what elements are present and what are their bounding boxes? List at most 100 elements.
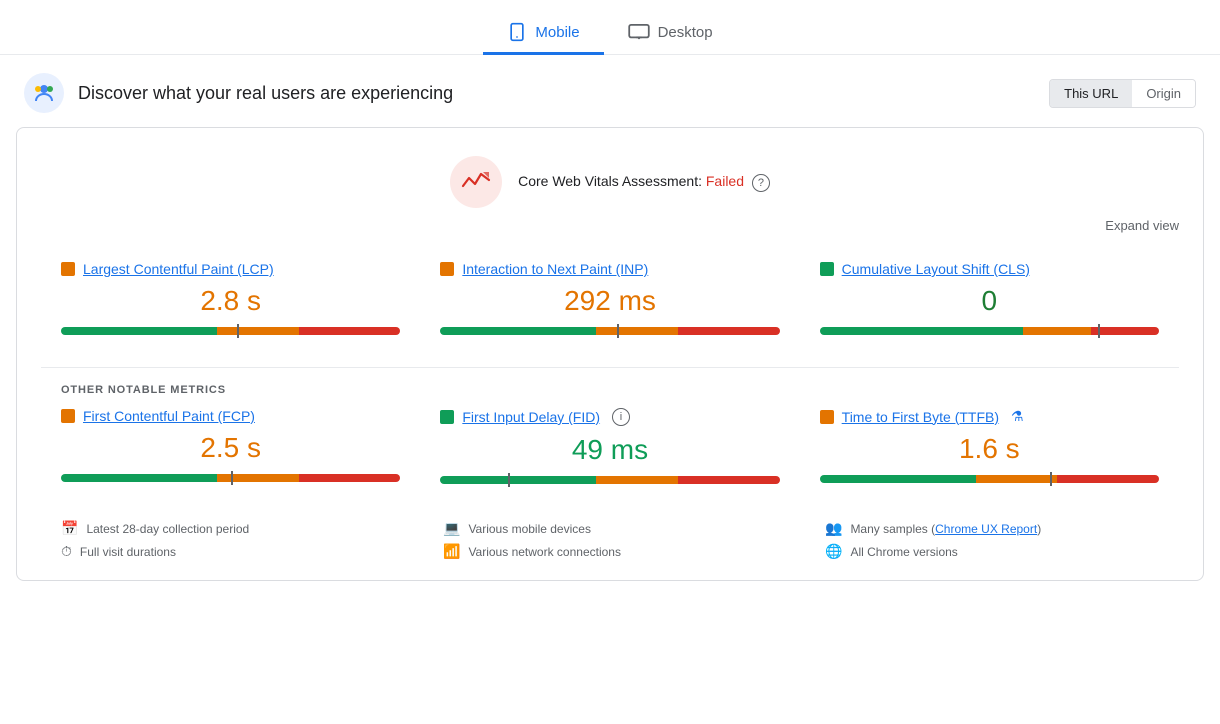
metric-info-icon[interactable]: i [612, 408, 630, 426]
bar-indicator-line [1050, 472, 1052, 486]
assessment-icon [450, 156, 502, 208]
footer-item-icon: 👥 [825, 520, 842, 537]
footer-item-icon: 📶 [443, 543, 460, 560]
bar-indicator [508, 473, 510, 487]
bar-segment [678, 476, 780, 484]
footer-item-text: All Chrome versions [850, 545, 957, 559]
origin-button[interactable]: Origin [1132, 80, 1195, 107]
metric-value: 2.5 s [61, 432, 400, 464]
tab-mobile[interactable]: Mobile [483, 12, 603, 55]
other-metrics-grid: First Contentful Paint (FCP) 2.5 s First I… [17, 396, 1203, 500]
metric-link[interactable]: First Contentful Paint (FCP) [83, 408, 255, 424]
metric-label-row: Cumulative Layout Shift (CLS) [820, 261, 1159, 277]
metric-link[interactable]: First Input Delay (FID) [462, 409, 600, 425]
bar-indicator-line [508, 473, 510, 487]
metric-label-row: Time to First Byte (TTFB) ⚗ [820, 408, 1159, 425]
footer-item: 💻Various mobile devices [443, 520, 777, 537]
bar-indicator [237, 324, 239, 338]
bar-segment [596, 327, 677, 335]
bar-segment [61, 327, 217, 335]
metric-link[interactable]: Interaction to Next Paint (INP) [462, 261, 648, 277]
tab-desktop-label: Desktop [658, 24, 713, 41]
tab-bar: Mobile Desktop [0, 0, 1220, 55]
footer-item-text: Many samples (Chrome UX Report) [850, 522, 1041, 536]
bar-segment [299, 327, 401, 335]
metric-link[interactable]: Largest Contentful Paint (LCP) [83, 261, 274, 277]
bar-indicator [617, 324, 619, 338]
header-section: Discover what your real users are experi… [0, 55, 1220, 127]
bar-segment [61, 474, 217, 482]
metric-label-row: Largest Contentful Paint (LCP) [61, 261, 400, 277]
metric-dot [440, 410, 454, 424]
metric-dot [820, 262, 834, 276]
footer-item-text: Various network connections [468, 545, 621, 559]
url-toggle: This URL Origin [1049, 79, 1196, 108]
metric-dot [820, 410, 834, 424]
mobile-icon [507, 22, 527, 42]
footer-item: 📶 Various network connections [443, 543, 777, 560]
bar-segment [976, 475, 1057, 483]
footer-item-link[interactable]: Chrome UX Report [935, 522, 1037, 536]
metric-column: First Contentful Paint (FCP) 2.5 s [41, 396, 420, 500]
metric-beaker-icon: ⚗ [1011, 408, 1024, 425]
metric-dot [61, 409, 75, 423]
metric-column: Cumulative Layout Shift (CLS) 0 [800, 249, 1179, 351]
footer-col: 💻Various mobile devices 📶 Various network … [423, 520, 797, 560]
metric-bar [61, 474, 400, 482]
bar-indicator [1050, 472, 1052, 486]
crux-avatar [24, 73, 64, 113]
bar-indicator-line [617, 324, 619, 338]
metric-column: First Input Delay (FID) i 49 ms [420, 396, 799, 500]
metric-label-row: Interaction to Next Paint (INP) [440, 261, 779, 277]
footer-col: 📅Latest 28-day collection period ⏱Full vi… [41, 520, 415, 560]
metric-bar [61, 327, 400, 335]
header-left: Discover what your real users are experi… [24, 73, 453, 113]
this-url-button[interactable]: This URL [1050, 80, 1132, 107]
other-metrics-label: OTHER NOTABLE METRICS [17, 368, 1203, 396]
metric-column: Time to First Byte (TTFB) ⚗ 1.6 s [800, 396, 1179, 500]
main-card: Core Web Vitals Assessment: Failed ? Exp… [16, 127, 1204, 581]
footer-item-text: Various mobile devices [468, 522, 591, 536]
metric-value: 2.8 s [61, 285, 400, 317]
bar-segment [299, 474, 401, 482]
footer-item-icon: 📅 [61, 520, 78, 537]
footer-item: 🌐 All Chrome versions [825, 543, 1159, 560]
bar-segment [440, 327, 596, 335]
bar-indicator-line [231, 471, 233, 485]
metric-value: 49 ms [440, 434, 779, 466]
bar-segment [1091, 327, 1159, 335]
metric-bar [820, 327, 1159, 335]
metric-dot [61, 262, 75, 276]
bar-segment [217, 474, 298, 482]
assessment-info-icon[interactable]: ? [752, 174, 770, 192]
tab-desktop[interactable]: Desktop [604, 14, 737, 54]
core-metrics-grid: Largest Contentful Paint (LCP) 2.8 s Inter… [17, 249, 1203, 351]
bar-segment [820, 475, 976, 483]
footer-item-icon: 🌐 [825, 543, 842, 560]
metric-bar [820, 475, 1159, 483]
metric-link[interactable]: Cumulative Layout Shift (CLS) [842, 261, 1030, 277]
bar-indicator [231, 471, 233, 485]
footer-item: 📅Latest 28-day collection period [61, 520, 395, 537]
metric-dot [440, 262, 454, 276]
metric-value: 0 [820, 285, 1159, 317]
metric-link[interactable]: Time to First Byte (TTFB) [842, 409, 999, 425]
footer-grid: 📅Latest 28-day collection period ⏱Full vi… [17, 500, 1203, 560]
footer-item-text: Full visit durations [80, 545, 176, 559]
footer-item: 👥 Many samples (Chrome UX Report) [825, 520, 1159, 537]
bar-indicator-line [237, 324, 239, 338]
assessment-title: Core Web Vitals Assessment: Failed ? [518, 173, 770, 192]
expand-view[interactable]: Expand view [17, 218, 1203, 249]
assessment-header: Core Web Vitals Assessment: Failed ? [17, 128, 1203, 218]
assessment-prefix: Core Web Vitals Assessment: [518, 173, 702, 189]
metric-bar [440, 476, 779, 484]
footer-item: ⏱Full visit durations [61, 543, 395, 560]
bar-segment [1023, 327, 1091, 335]
bar-segment [820, 327, 1024, 335]
metric-label-row: First Input Delay (FID) i [440, 408, 779, 426]
desktop-icon [628, 24, 650, 40]
tab-mobile-label: Mobile [535, 24, 579, 41]
metric-column: Interaction to Next Paint (INP)292 ms [420, 249, 799, 351]
metric-value: 1.6 s [820, 433, 1159, 465]
assessment-status: Failed [706, 173, 744, 189]
